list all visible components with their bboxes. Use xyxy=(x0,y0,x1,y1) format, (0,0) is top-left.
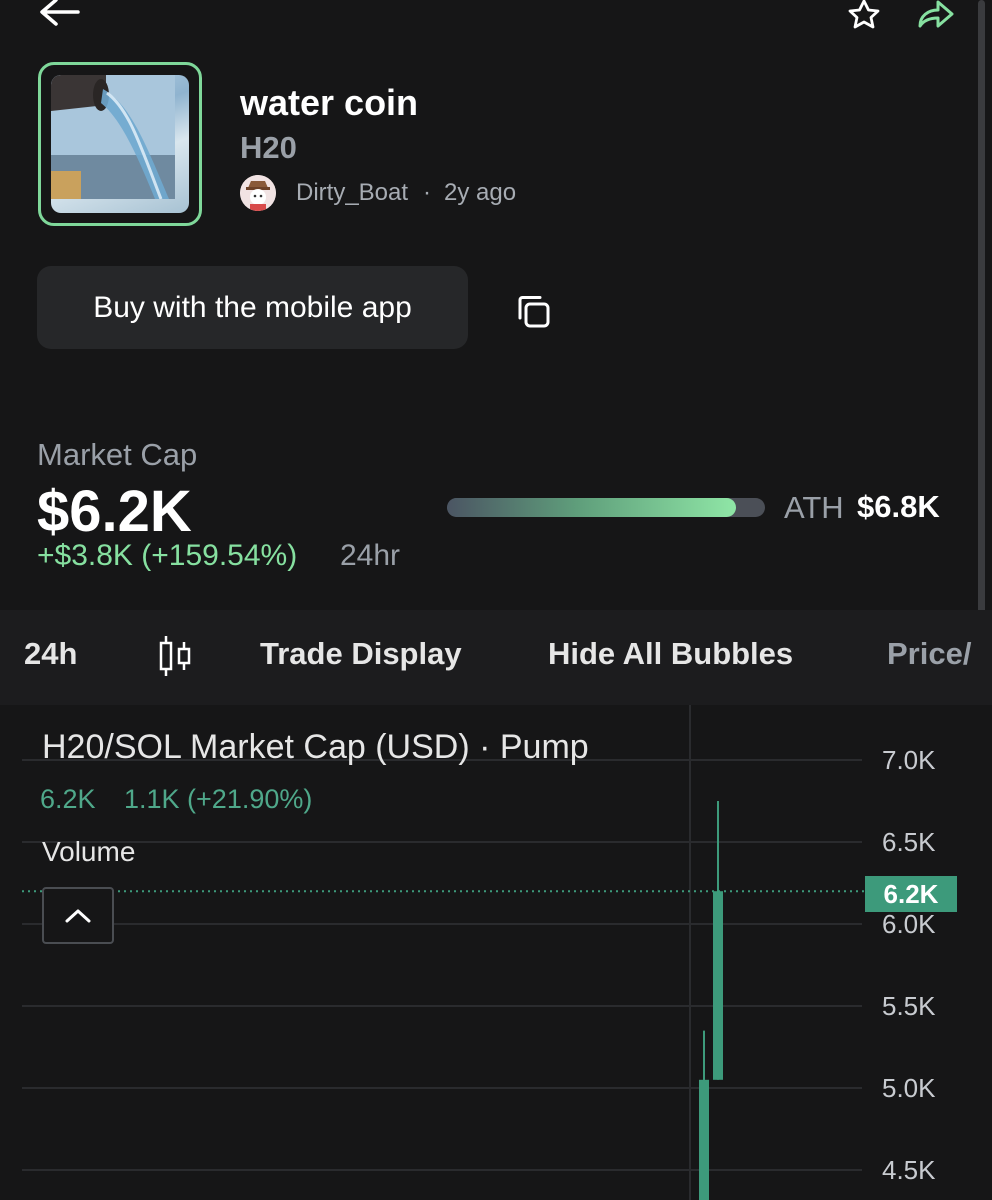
market-cap-chart[interactable] xyxy=(0,705,992,1200)
chart-toolbar xyxy=(0,610,992,705)
chart-change: 1.1K (+21.90%) xyxy=(124,784,313,814)
market-cap-label: Market Cap xyxy=(37,437,198,472)
y-axis-tick-label: 7.0K xyxy=(882,745,936,775)
candle-body[interactable] xyxy=(699,1079,709,1200)
interval-selector[interactable]: 24h xyxy=(24,636,77,672)
creator-avatar[interactable] xyxy=(240,175,276,211)
y-axis-tick-label: 6.5K xyxy=(882,827,936,857)
creator-name[interactable]: Dirty_Boat xyxy=(296,179,408,207)
coin-image xyxy=(38,62,202,226)
ath-progress-fill xyxy=(447,498,737,517)
coin-ticker: H20 xyxy=(240,130,297,165)
created-time: 2y ago xyxy=(444,179,517,206)
buy-with-mobile-app-button[interactable]: Buy with the mobile app xyxy=(37,266,468,349)
star-icon[interactable] xyxy=(844,0,884,30)
share-icon[interactable] xyxy=(914,0,958,30)
market-cap-value: $6.2K xyxy=(37,479,192,544)
ath-value: $6.8K xyxy=(857,489,940,524)
y-axis-tick-label: 5.0K xyxy=(882,1073,936,1103)
y-axis-tick-label: 5.5K xyxy=(882,991,936,1021)
volume-label: Volume xyxy=(42,836,136,867)
trade-display-toggle[interactable]: Trade Display xyxy=(260,636,462,672)
candlestick-icon[interactable] xyxy=(156,634,194,678)
coin-name: water coin xyxy=(240,82,419,123)
market-cap-change: +$3.8K (+159.54%) xyxy=(37,539,298,572)
current-price-badge: 6.2K xyxy=(865,876,957,912)
chevron-up-icon xyxy=(65,909,91,923)
market-cap-period: 24hr xyxy=(340,539,401,572)
y-axis-tick-label: 6.0K xyxy=(882,909,936,939)
copy-icon[interactable] xyxy=(512,290,556,334)
price-toggle[interactable]: Price/ xyxy=(887,636,992,672)
separator-dot: · xyxy=(423,179,431,206)
hide-all-bubbles-toggle[interactable]: Hide All Bubbles xyxy=(548,636,793,672)
y-axis-tick-label: 4.5K xyxy=(882,1155,936,1185)
candle-body[interactable] xyxy=(713,891,723,1080)
arrow-left-icon[interactable] xyxy=(38,0,82,28)
collapse-indicators-button[interactable] xyxy=(42,887,114,944)
ath-progress-bar xyxy=(447,498,765,517)
chart-last-value: 6.2K xyxy=(40,784,96,814)
chart-title: H20/SOL Market Cap (USD) · Pump xyxy=(42,728,589,766)
ath-label: ATH xyxy=(784,490,844,525)
